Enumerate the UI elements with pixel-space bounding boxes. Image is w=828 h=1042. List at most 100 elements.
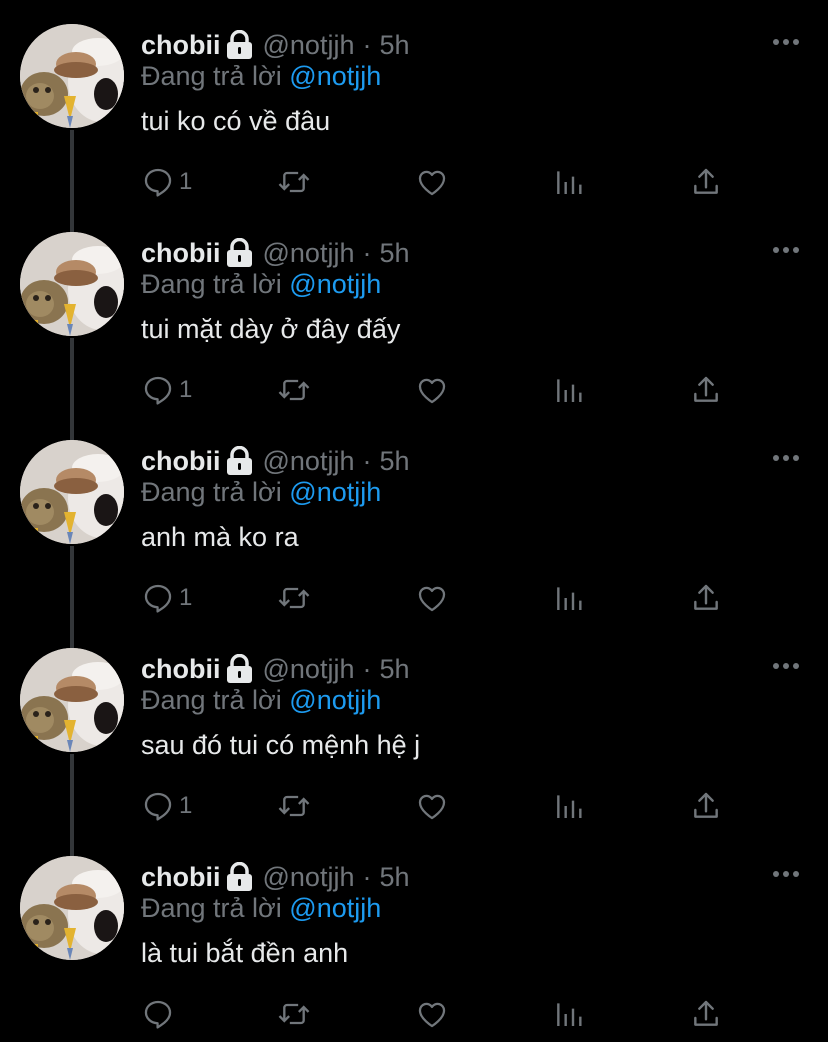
timestamp[interactable]: 5h — [379, 446, 409, 477]
reply-icon — [144, 1000, 172, 1029]
avatar[interactable] — [20, 440, 124, 544]
display-name[interactable]: chobii — [141, 238, 221, 269]
retweet-icon — [278, 795, 310, 817]
tweet-thread: chobii @notjjh · 5h Đang trả lời @notjjh… — [0, 0, 828, 1042]
handle[interactable]: @notjjh — [263, 446, 355, 477]
retweet-icon — [278, 171, 310, 193]
share-icon — [694, 584, 718, 610]
separator: · — [362, 861, 372, 892]
tweet[interactable]: chobii @notjjh · 5h Đang trả lời @notjjh… — [0, 208, 828, 416]
like-button[interactable] — [414, 994, 450, 1034]
like-button[interactable] — [414, 162, 450, 202]
reply-button[interactable] — [141, 994, 179, 1034]
action-bar — [0, 994, 828, 1034]
avatar[interactable] — [20, 24, 124, 128]
replying-prefix: Đang trả lời — [141, 61, 282, 91]
action-bar: 1 — [0, 578, 828, 618]
more-icon[interactable] — [770, 238, 802, 262]
tweet-text: anh mà ko ra — [141, 522, 299, 552]
timestamp[interactable]: 5h — [379, 862, 409, 893]
analytics-button[interactable] — [553, 786, 585, 826]
avatar[interactable] — [20, 648, 124, 752]
tweet[interactable]: chobii @notjjh · 5h Đang trả lời @notjjh… — [0, 0, 828, 208]
reply-count: 1 — [179, 584, 193, 611]
analytics-icon — [557, 379, 582, 402]
mention-link[interactable]: @notjjh — [289, 477, 381, 507]
lock-icon — [226, 446, 253, 476]
retweet-button[interactable] — [276, 162, 312, 202]
display-name[interactable]: chobii — [141, 654, 221, 685]
action-bar: 1 — [0, 162, 828, 202]
like-button[interactable] — [414, 786, 450, 826]
tweet-header: chobii @notjjh · 5h — [141, 860, 410, 894]
share-button[interactable] — [690, 786, 722, 826]
like-icon — [418, 378, 446, 404]
replying-to: Đang trả lời @notjjh — [141, 477, 381, 508]
retweet-button[interactable] — [276, 786, 312, 826]
analytics-button[interactable] — [553, 370, 585, 410]
mention-link[interactable]: @notjjh — [289, 61, 381, 91]
replying-prefix: Đang trả lời — [141, 269, 282, 299]
display-name[interactable]: chobii — [141, 30, 221, 61]
share-button[interactable] — [690, 162, 722, 202]
handle[interactable]: @notjjh — [263, 238, 355, 269]
mention-link[interactable]: @notjjh — [289, 893, 381, 923]
timestamp[interactable]: 5h — [379, 654, 409, 685]
reply-count: 1 — [179, 168, 193, 195]
reply-icon — [144, 376, 172, 405]
retweet-button[interactable] — [276, 370, 312, 410]
avatar[interactable] — [20, 856, 124, 960]
analytics-icon — [557, 1003, 582, 1026]
tweet-text: tui mặt dày ở đây đấy — [141, 314, 401, 344]
like-button[interactable] — [414, 578, 450, 618]
lock-icon — [226, 862, 253, 892]
avatar[interactable] — [20, 232, 124, 336]
more-icon[interactable] — [770, 654, 802, 678]
analytics-button[interactable] — [553, 994, 585, 1034]
reply-button[interactable]: 1 — [141, 578, 192, 618]
more-icon[interactable] — [770, 446, 802, 470]
replying-to: Đang trả lời @notjjh — [141, 61, 381, 92]
share-button[interactable] — [690, 370, 722, 410]
avatar-image — [20, 856, 124, 960]
lock-icon — [226, 30, 253, 60]
retweet-button[interactable] — [276, 578, 312, 618]
separator: · — [362, 237, 372, 268]
share-icon — [694, 376, 718, 402]
mention-link[interactable]: @notjjh — [289, 269, 381, 299]
share-button[interactable] — [690, 994, 722, 1034]
retweet-icon — [278, 587, 310, 609]
mention-link[interactable]: @notjjh — [289, 685, 381, 715]
reply-count: 1 — [179, 376, 193, 403]
tweet-text: là tui bắt đền anh — [141, 938, 349, 968]
like-button[interactable] — [414, 370, 450, 410]
display-name[interactable]: chobii — [141, 446, 221, 477]
more-icon[interactable] — [770, 30, 802, 54]
handle[interactable]: @notjjh — [263, 654, 355, 685]
tweet[interactable]: chobii @notjjh · 5h Đang trả lời @notjjh… — [0, 624, 828, 832]
tweet[interactable]: chobii @notjjh · 5h Đang trả lời @notjjh… — [0, 416, 828, 624]
share-icon — [694, 168, 718, 194]
share-button[interactable] — [690, 578, 722, 618]
reply-button[interactable]: 1 — [141, 162, 192, 202]
analytics-button[interactable] — [553, 578, 585, 618]
reply-button[interactable]: 1 — [141, 786, 192, 826]
analytics-icon — [557, 795, 582, 818]
retweet-button[interactable] — [276, 994, 312, 1034]
more-icon[interactable] — [770, 862, 802, 886]
reply-icon — [144, 168, 172, 197]
replying-to: Đang trả lời @notjjh — [141, 685, 381, 716]
reply-button[interactable]: 1 — [141, 370, 192, 410]
timestamp[interactable]: 5h — [379, 238, 409, 269]
separator: · — [362, 653, 372, 684]
avatar-image — [20, 24, 124, 128]
analytics-button[interactable] — [553, 162, 585, 202]
tweet[interactable]: chobii @notjjh · 5h Đang trả lời @notjjh… — [0, 832, 828, 1040]
timestamp[interactable]: 5h — [379, 30, 409, 61]
reply-icon — [144, 792, 172, 821]
display-name[interactable]: chobii — [141, 862, 221, 893]
handle[interactable]: @notjjh — [263, 862, 355, 893]
handle[interactable]: @notjjh — [263, 30, 355, 61]
replying-to: Đang trả lời @notjjh — [141, 893, 381, 924]
share-icon — [694, 1000, 718, 1026]
